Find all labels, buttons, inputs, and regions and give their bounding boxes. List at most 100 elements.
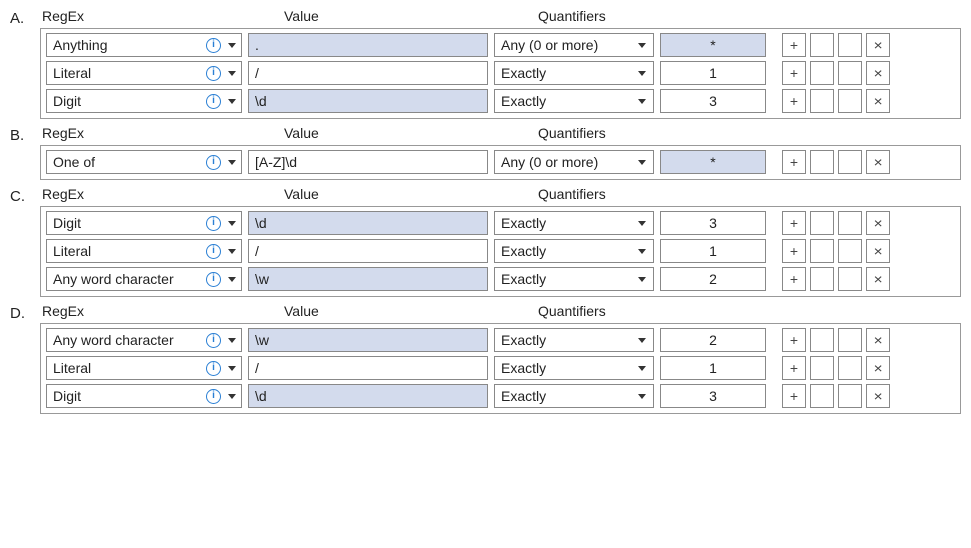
add-button[interactable]: + bbox=[782, 356, 806, 380]
move-down-button[interactable] bbox=[838, 150, 862, 174]
count-field[interactable]: 1 bbox=[660, 61, 766, 85]
move-down-button[interactable] bbox=[838, 267, 862, 291]
headers: RegExValueQuantifiers bbox=[40, 303, 961, 319]
value-field: \w bbox=[248, 267, 488, 291]
info-icon[interactable]: i bbox=[206, 94, 221, 109]
triangle-down-icon bbox=[844, 157, 856, 167]
count-field[interactable]: 3 bbox=[660, 211, 766, 235]
value-field: \d bbox=[248, 89, 488, 113]
add-button[interactable]: + bbox=[782, 150, 806, 174]
move-down-button[interactable] bbox=[838, 211, 862, 235]
value-field[interactable]: / bbox=[248, 356, 488, 380]
delete-button[interactable]: × bbox=[866, 150, 890, 174]
count-field[interactable]: 1 bbox=[660, 356, 766, 380]
delete-button[interactable]: × bbox=[866, 61, 890, 85]
move-down-button[interactable] bbox=[838, 61, 862, 85]
quantifier-dropdown[interactable]: Exactly bbox=[494, 89, 654, 113]
regex-dropdown-label: Anything bbox=[53, 37, 206, 53]
move-down-button[interactable] bbox=[838, 328, 862, 352]
delete-button[interactable]: × bbox=[866, 356, 890, 380]
add-button[interactable]: + bbox=[782, 33, 806, 57]
add-button[interactable]: + bbox=[782, 267, 806, 291]
regex-row: Digiti\dExactly3 + × bbox=[46, 211, 955, 235]
delete-button[interactable]: × bbox=[866, 267, 890, 291]
regex-dropdown[interactable]: Digiti bbox=[46, 384, 242, 408]
regex-dropdown[interactable]: Any word characteri bbox=[46, 328, 242, 352]
info-icon[interactable]: i bbox=[206, 155, 221, 170]
quantifier-dropdown[interactable]: Exactly bbox=[494, 384, 654, 408]
section-letter: C. bbox=[10, 186, 40, 205]
regex-dropdown[interactable]: One ofi bbox=[46, 150, 242, 174]
value-field[interactable]: / bbox=[248, 61, 488, 85]
move-up-button[interactable] bbox=[810, 328, 834, 352]
info-icon[interactable]: i bbox=[206, 38, 221, 53]
value-field[interactable]: [A-Z]\d bbox=[248, 150, 488, 174]
quantifier-dropdown[interactable]: Any (0 or more) bbox=[494, 150, 654, 174]
delete-button[interactable]: × bbox=[866, 239, 890, 263]
move-up-button[interactable] bbox=[810, 384, 834, 408]
close-icon: × bbox=[873, 332, 882, 348]
info-icon[interactable]: i bbox=[206, 244, 221, 259]
add-button[interactable]: + bbox=[782, 328, 806, 352]
info-icon[interactable]: i bbox=[206, 333, 221, 348]
add-button[interactable]: + bbox=[782, 384, 806, 408]
count-field[interactable]: 2 bbox=[660, 328, 766, 352]
add-button[interactable]: + bbox=[782, 61, 806, 85]
regex-dropdown[interactable]: Any word characteri bbox=[46, 267, 242, 291]
info-icon[interactable]: i bbox=[206, 361, 221, 376]
quantifier-dropdown[interactable]: Exactly bbox=[494, 267, 654, 291]
add-button[interactable]: + bbox=[782, 239, 806, 263]
count-field[interactable]: 3 bbox=[660, 384, 766, 408]
value-field[interactable]: / bbox=[248, 239, 488, 263]
regex-dropdown[interactable]: Anythingi bbox=[46, 33, 242, 57]
quantifier-dropdown[interactable]: Exactly bbox=[494, 356, 654, 380]
triangle-down-icon bbox=[844, 40, 856, 50]
quantifier-dropdown[interactable]: Exactly bbox=[494, 61, 654, 85]
regex-dropdown[interactable]: Literali bbox=[46, 356, 242, 380]
regex-dropdown[interactable]: Literali bbox=[46, 61, 242, 85]
move-down-button[interactable] bbox=[838, 239, 862, 263]
move-down-button[interactable] bbox=[838, 356, 862, 380]
move-up-button[interactable] bbox=[810, 356, 834, 380]
regex-dropdown[interactable]: Digiti bbox=[46, 89, 242, 113]
move-up-button[interactable] bbox=[810, 89, 834, 113]
move-up-button[interactable] bbox=[810, 239, 834, 263]
regex-dropdown-label: Digit bbox=[53, 388, 206, 404]
header-regex: RegEx bbox=[42, 8, 284, 24]
value-field: \d bbox=[248, 211, 488, 235]
delete-button[interactable]: × bbox=[866, 89, 890, 113]
quantifier-dropdown[interactable]: Any (0 or more) bbox=[494, 33, 654, 57]
move-up-button[interactable] bbox=[810, 150, 834, 174]
delete-button[interactable]: × bbox=[866, 33, 890, 57]
move-down-button[interactable] bbox=[838, 384, 862, 408]
add-button[interactable]: + bbox=[782, 211, 806, 235]
caret-down-icon bbox=[638, 221, 646, 226]
delete-button[interactable]: × bbox=[866, 328, 890, 352]
info-icon[interactable]: i bbox=[206, 216, 221, 231]
move-up-button[interactable] bbox=[810, 61, 834, 85]
move-up-button[interactable] bbox=[810, 211, 834, 235]
count-field[interactable]: 1 bbox=[660, 239, 766, 263]
info-icon[interactable]: i bbox=[206, 272, 221, 287]
plus-icon: + bbox=[790, 332, 798, 348]
regex-dropdown[interactable]: Literali bbox=[46, 239, 242, 263]
quantifier-dropdown-label: Any (0 or more) bbox=[501, 154, 598, 170]
move-down-button[interactable] bbox=[838, 89, 862, 113]
header-quantifiers: Quantifiers bbox=[538, 125, 961, 141]
regex-dropdown[interactable]: Digiti bbox=[46, 211, 242, 235]
info-icon[interactable]: i bbox=[206, 389, 221, 404]
triangle-down-icon bbox=[844, 274, 856, 284]
quantifier-dropdown[interactable]: Exactly bbox=[494, 239, 654, 263]
count-field[interactable]: 2 bbox=[660, 267, 766, 291]
move-up-button[interactable] bbox=[810, 33, 834, 57]
move-up-button[interactable] bbox=[810, 267, 834, 291]
count-field[interactable]: 3 bbox=[660, 89, 766, 113]
move-down-button[interactable] bbox=[838, 33, 862, 57]
quantifier-dropdown-label: Exactly bbox=[501, 271, 546, 287]
delete-button[interactable]: × bbox=[866, 384, 890, 408]
add-button[interactable]: + bbox=[782, 89, 806, 113]
info-icon[interactable]: i bbox=[206, 66, 221, 81]
quantifier-dropdown[interactable]: Exactly bbox=[494, 211, 654, 235]
delete-button[interactable]: × bbox=[866, 211, 890, 235]
quantifier-dropdown[interactable]: Exactly bbox=[494, 328, 654, 352]
